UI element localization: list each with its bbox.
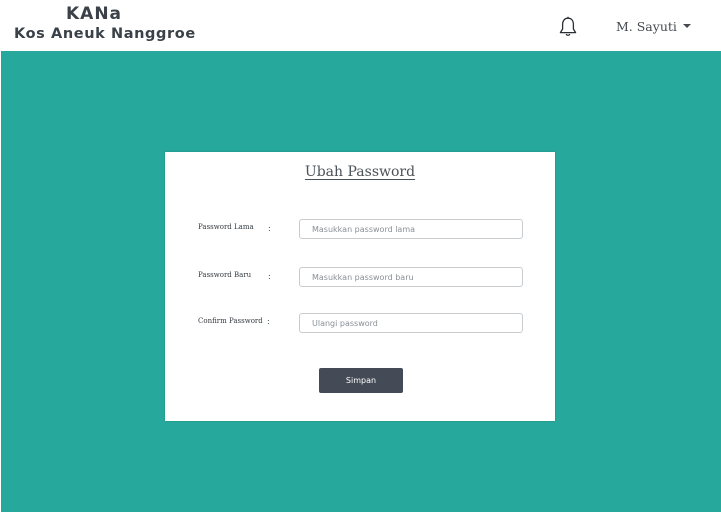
page-title: Ubah Password bbox=[304, 164, 416, 180]
save-button[interactable]: Simpan bbox=[319, 368, 403, 393]
new-password-label: Password Baru bbox=[198, 271, 252, 279]
bell-icon[interactable] bbox=[556, 15, 580, 39]
top-navbar: KANa Kos Aneuk Nanggroe M. Sayuti bbox=[0, 0, 721, 51]
new-password-input[interactable] bbox=[299, 267, 523, 287]
old-password-label: Password Lama bbox=[198, 223, 254, 231]
change-password-card: Ubah Password Password Lama : Password B… bbox=[165, 152, 555, 421]
user-name: M. Sayuti bbox=[616, 18, 677, 34]
caret-down-icon bbox=[682, 24, 691, 28]
old-password-colon: : bbox=[268, 224, 271, 233]
old-password-input[interactable] bbox=[299, 219, 523, 239]
confirm-password-input[interactable] bbox=[299, 313, 523, 333]
brand-short-name: KANa bbox=[65, 4, 123, 24]
brand-full-name: Kos Aneuk Nanggroe bbox=[14, 26, 196, 42]
confirm-password-label: Confirm Password bbox=[198, 317, 263, 325]
confirm-password-colon: : bbox=[267, 317, 270, 326]
user-menu[interactable]: M. Sayuti bbox=[616, 17, 691, 35]
brand-logo[interactable]: KANa Kos Aneuk Nanggroe bbox=[14, 4, 196, 44]
new-password-colon: : bbox=[268, 272, 271, 281]
